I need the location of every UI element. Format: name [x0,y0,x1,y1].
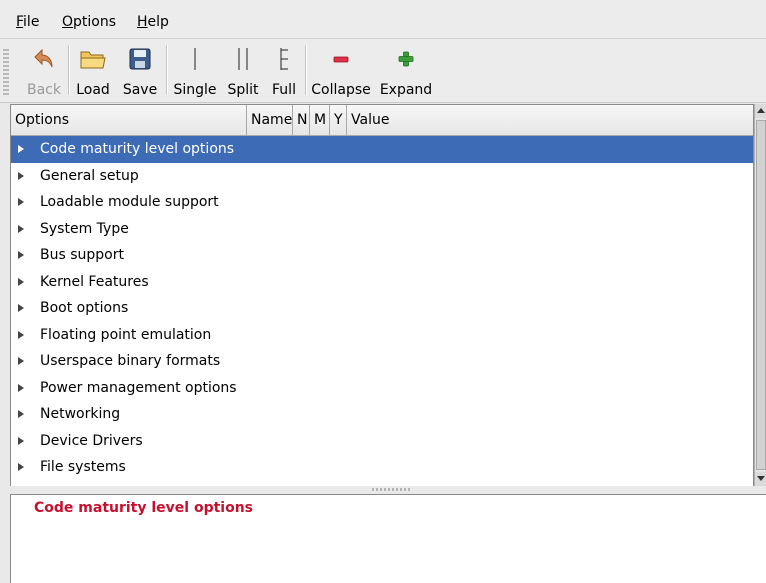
floppy-disk-icon [117,45,163,73]
expander-triangle-icon[interactable] [18,383,24,392]
expander-triangle-icon[interactable] [18,410,24,418]
menubar: File Options Help [0,0,766,39]
row-label: Code maturity level options [40,141,235,157]
tree-row-boot-options[interactable]: Boot options [11,295,753,322]
expander-triangle-icon[interactable] [18,304,24,312]
row-label: Bus support [40,247,124,263]
split-view-button[interactable]: Split [224,41,262,99]
single-view-button[interactable]: Single [170,41,220,99]
full-label: Full [272,82,296,98]
divider-grip-icon[interactable] [372,488,412,491]
tree-vertical-scrollbar[interactable] [754,104,766,486]
toolbar-separator [166,45,168,95]
scroll-up-button[interactable] [755,104,766,118]
load-label: Load [76,82,110,98]
row-label: General setup [40,167,139,184]
row-label: Userspace binary formats [40,353,221,369]
single-label: Single [173,82,217,98]
expander-triangle-icon[interactable] [18,198,24,206]
row-label: Kernel Features [40,273,149,290]
toolbar-separator [68,45,70,95]
tree-rows: Code maturity level options General setu… [11,136,753,481]
tree-row-networking[interactable]: Networking [11,401,753,428]
tree-row-file-systems[interactable]: File systems [11,454,753,481]
save-button[interactable]: Save [117,41,163,99]
row-label: Floating point emulation [40,326,212,343]
split-pane-icon [224,45,262,73]
expander-triangle-icon[interactable] [18,277,24,286]
row-label: System Type [40,220,129,237]
row-label: Power management options [40,379,237,396]
tree-row-device-drivers[interactable]: Device Drivers [11,428,753,455]
menu-help[interactable]: Help [137,14,169,30]
tree-row-floating-point[interactable]: Floating point emulation [11,322,753,349]
expander-triangle-icon[interactable] [18,224,24,233]
column-header-n[interactable]: N [293,105,310,135]
back-arrow-icon [22,45,66,73]
expand-button[interactable]: Expand [374,41,438,99]
back-label: Back [27,82,61,98]
split-label: Split [227,82,259,98]
tree-row-code-maturity[interactable]: Code maturity level options [11,136,753,163]
help-title: Code maturity level options [34,500,254,516]
menu-options[interactable]: Options [62,14,116,30]
tree-row-power-management[interactable]: Power management options [11,375,753,402]
scroll-down-button[interactable] [755,472,766,486]
toolbar-grip[interactable] [3,49,9,95]
help-pane: Code maturity level options [10,494,766,583]
folder-icon [72,45,114,73]
expander-triangle-icon[interactable] [18,330,24,339]
row-label: Loadable module support [40,194,219,210]
arrow-up-icon [757,108,765,113]
full-view-button[interactable]: Full [266,41,302,99]
expand-label: Expand [379,82,433,98]
tree-header: Options Name N M Y Value [11,105,753,136]
full-tree-icon [266,45,302,73]
tree-row-userspace-binary[interactable]: Userspace binary formats [11,348,753,375]
pane-divider[interactable] [0,486,766,494]
row-label: Networking [40,406,121,422]
save-label: Save [122,82,158,98]
collapse-label: Collapse [311,82,371,98]
row-label: File systems [40,459,126,475]
expander-triangle-icon[interactable] [18,145,24,153]
tree-row-bus-support[interactable]: Bus support [11,242,753,269]
tree-row-loadable-module[interactable]: Loadable module support [11,189,753,216]
tree-row-kernel-features[interactable]: Kernel Features [11,269,753,296]
column-header-y[interactable]: Y [330,105,347,135]
back-button[interactable]: Back [22,41,66,99]
load-button[interactable]: Load [72,41,114,99]
tree-row-general-setup[interactable]: General setup [11,163,753,190]
column-header-m[interactable]: M [310,105,330,135]
scrollbar-thumb[interactable] [756,120,766,470]
arrow-down-icon [757,476,765,481]
row-label: Device Drivers [40,432,143,449]
expander-triangle-icon[interactable] [18,463,24,471]
menu-file[interactable]: File [16,14,39,30]
minus-icon [310,45,372,73]
single-pane-icon [170,45,220,73]
toolbar-separator [305,45,307,95]
column-header-name[interactable]: Name [247,105,293,135]
expander-triangle-icon[interactable] [18,357,24,365]
column-header-value[interactable]: Value [347,105,753,135]
tree-row-system-type[interactable]: System Type [11,216,753,243]
expander-triangle-icon[interactable] [18,171,24,180]
column-header-options[interactable]: Options [11,105,247,135]
expander-triangle-icon[interactable] [18,251,24,259]
expander-triangle-icon[interactable] [18,436,24,445]
plus-icon [374,45,438,73]
collapse-button[interactable]: Collapse [310,41,372,99]
row-label: Boot options [40,300,129,316]
toolbar: Back Load Save Single Split Full Collaps… [0,39,766,103]
options-tree[interactable]: Options Name N M Y Value Code maturity l… [10,104,754,488]
